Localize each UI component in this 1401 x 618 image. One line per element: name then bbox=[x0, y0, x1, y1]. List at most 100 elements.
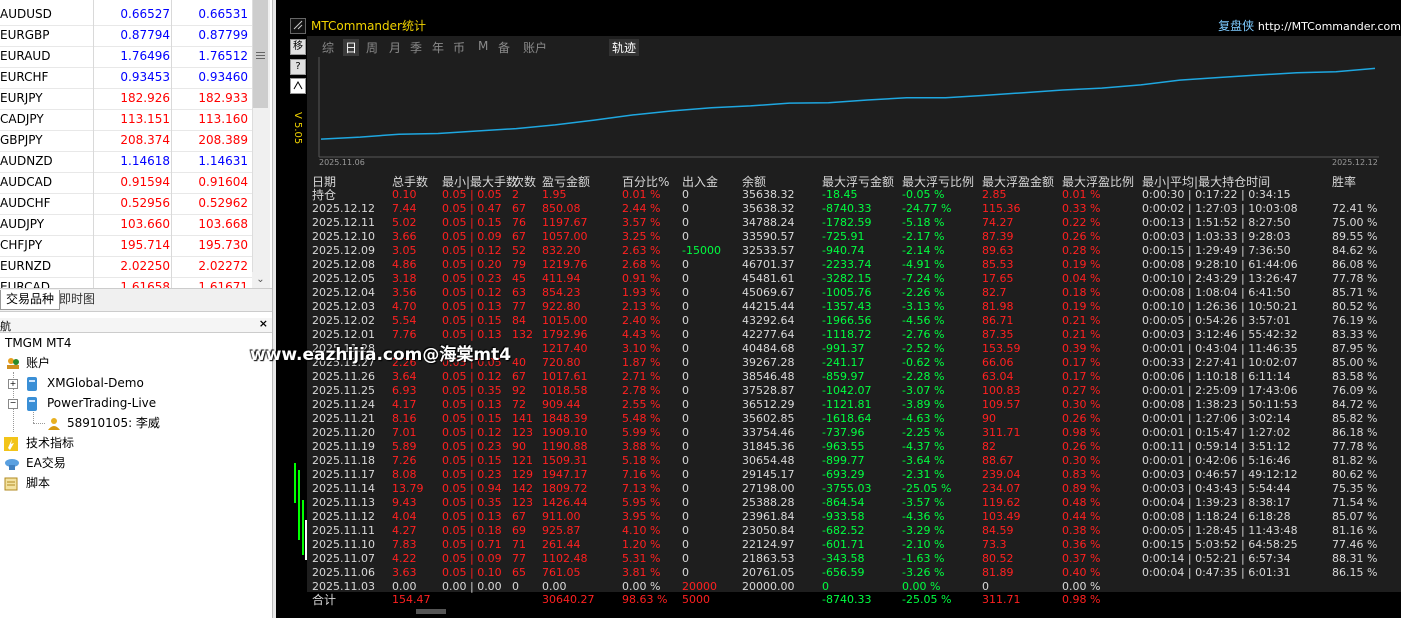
table-cell: 65 bbox=[512, 566, 526, 579]
quote-row[interactable]: GBPJPY 208.374 208.389 bbox=[0, 130, 252, 152]
table-cell: 0 bbox=[682, 552, 689, 565]
quote-row[interactable]: AUDUSD 0.66527 0.66531 bbox=[0, 4, 252, 26]
bid-cell: 195.714 bbox=[120, 238, 170, 252]
symbol-cell: GBPJPY bbox=[0, 133, 43, 147]
scroll-down-icon[interactable]: ⌄ bbox=[252, 272, 269, 288]
nav-scripts[interactable]: 脚本 bbox=[26, 474, 50, 492]
table-cell: 81.98 bbox=[982, 300, 1014, 313]
table-cell: 850.08 bbox=[542, 202, 581, 215]
tab-1[interactable]: 日 bbox=[343, 39, 360, 56]
table-cell: 82.7 bbox=[982, 286, 1007, 299]
column-header[interactable]: 胜率 bbox=[1332, 173, 1356, 190]
collapse-icon[interactable]: − bbox=[8, 399, 18, 409]
quote-row[interactable]: EURJPY 182.926 182.933 bbox=[0, 88, 252, 110]
table-cell: 0.05 | 0.12 bbox=[442, 370, 502, 383]
table-cell: -859.97 bbox=[822, 370, 865, 383]
candle bbox=[302, 500, 304, 555]
table-cell: 115.36 bbox=[982, 202, 1021, 215]
table-cell: 0:00:04 | 1:39:23 | 8:38:17 bbox=[1142, 496, 1291, 509]
table-cell: 311.71 bbox=[982, 426, 1021, 439]
table-cell: 0.05 | 0.12 bbox=[442, 426, 502, 439]
scrollbar-thumb[interactable] bbox=[253, 0, 268, 108]
tab-6[interactable]: 币 bbox=[453, 39, 465, 56]
table-cell: 0.17 % bbox=[1062, 356, 1101, 369]
quote-row[interactable]: CHFJPY 195.714 195.730 bbox=[0, 235, 252, 257]
bid-cell: 182.926 bbox=[120, 91, 170, 105]
table-cell: 0.05 | 0.23 bbox=[442, 440, 502, 453]
tab-tick-chart[interactable]: 即时图 bbox=[54, 290, 100, 309]
ask-cell: 103.668 bbox=[198, 217, 248, 231]
table-cell: 0.05 | 0.13 bbox=[442, 300, 502, 313]
tab-8[interactable]: 备 bbox=[498, 39, 510, 56]
table-cell: -2.31 % bbox=[902, 468, 945, 481]
quote-row[interactable]: EURNZD 2.02250 2.02272 bbox=[0, 256, 252, 278]
tab-5[interactable]: 年 bbox=[432, 39, 444, 56]
table-cell: 85.53 bbox=[982, 258, 1014, 271]
table-cell: 72.41 % bbox=[1332, 202, 1378, 215]
expand-icon[interactable]: + bbox=[8, 379, 18, 389]
table-cell: 74.27 bbox=[982, 216, 1014, 229]
table-cell: 40484.68 bbox=[742, 342, 795, 355]
table-cell: 0 bbox=[512, 580, 519, 593]
tab-0[interactable]: 综 bbox=[322, 39, 334, 56]
bid-cell: 0.91594 bbox=[120, 175, 170, 189]
account-58910105[interactable]: 58910105: 李威 bbox=[67, 414, 160, 432]
tab-symbols[interactable]: 交易品种 bbox=[0, 290, 61, 310]
brand-link[interactable]: 复盘侠 http://MTCommander.com bbox=[1218, 17, 1401, 34]
nav-expert-advisors[interactable]: EA交易 bbox=[26, 454, 66, 472]
tab-7[interactable]: M bbox=[478, 39, 488, 53]
quote-row[interactable]: CADJPY 113.151 113.160 bbox=[0, 109, 252, 131]
quote-row[interactable]: AUDCAD 0.91594 0.91604 bbox=[0, 172, 252, 194]
table-cell: 0.05 | 0.94 bbox=[442, 482, 502, 495]
table-cell: 3.56 bbox=[392, 286, 417, 299]
quote-row[interactable]: EURAUD 1.76496 1.76512 bbox=[0, 46, 252, 68]
bid-cell: 1.14618 bbox=[120, 154, 170, 168]
table-cell: 29145.17 bbox=[742, 468, 795, 481]
table-cell: 0:00:10 | 2:43:29 | 13:26:47 bbox=[1142, 272, 1298, 285]
tab-10[interactable]: 轨迹 bbox=[609, 39, 640, 56]
table-cell: 86.08 % bbox=[1332, 258, 1378, 271]
close-icon[interactable]: × bbox=[259, 317, 268, 330]
server-powertrading-live[interactable]: PowerTrading-Live bbox=[47, 394, 156, 412]
table-cell: 0:00:33 | 2:27:41 | 10:02:07 bbox=[1142, 356, 1298, 369]
table-cell: -940.74 bbox=[822, 244, 865, 257]
symbol-cell: CADJPY bbox=[0, 112, 44, 126]
table-cell: 3.63 bbox=[392, 566, 417, 579]
quote-row[interactable]: AUDJPY 103.660 103.668 bbox=[0, 214, 252, 236]
chart-tool-icon[interactable] bbox=[290, 78, 306, 94]
broker-name[interactable]: TMGM MT4 bbox=[5, 334, 71, 352]
quote-row[interactable]: AUDCHF 0.52956 0.52962 bbox=[0, 193, 252, 215]
server-xmglobal-demo[interactable]: XMGlobal-Demo bbox=[47, 374, 144, 392]
tab-4[interactable]: 季 bbox=[410, 39, 422, 56]
table-cell: 0 bbox=[682, 300, 689, 313]
brand-name: 复盘侠 bbox=[1218, 19, 1255, 33]
nav-indicators[interactable]: 技术指标 bbox=[26, 434, 74, 452]
help-button[interactable]: ? bbox=[290, 59, 306, 75]
move-button[interactable]: 移 bbox=[290, 39, 306, 55]
quote-row[interactable]: AUDNZD 1.14618 1.14631 bbox=[0, 151, 252, 173]
quote-row[interactable]: EURCHF 0.93453 0.93460 bbox=[0, 67, 252, 89]
tab-9[interactable]: 账户 bbox=[523, 39, 547, 56]
table-cell: 2025.11.18 bbox=[312, 454, 375, 467]
candle bbox=[294, 463, 296, 503]
tab-2[interactable]: 周 bbox=[366, 39, 378, 56]
totals-cell: -25.05 % bbox=[902, 593, 952, 606]
accounts-icon bbox=[6, 355, 20, 369]
table-cell: 66.06 bbox=[982, 356, 1014, 369]
table-cell: 20000.00 bbox=[742, 580, 795, 593]
table-cell: 0 bbox=[682, 370, 689, 383]
table-cell: 5.02 bbox=[392, 216, 417, 229]
table-cell: 82 bbox=[982, 440, 996, 453]
table-cell: 35638.32 bbox=[742, 202, 795, 215]
table-cell: 0 bbox=[682, 496, 689, 509]
table-cell: -899.77 bbox=[822, 454, 865, 467]
table-cell: 2.13 % bbox=[622, 300, 661, 313]
tab-3[interactable]: 月 bbox=[389, 39, 401, 56]
table-cell: 0.26 % bbox=[1062, 230, 1101, 243]
nav-accounts[interactable]: 账户 bbox=[26, 354, 50, 372]
ask-cell: 1.76512 bbox=[198, 49, 248, 63]
ask-cell: 0.87799 bbox=[198, 28, 248, 42]
quote-row[interactable]: EURGBP 0.87794 0.87799 bbox=[0, 25, 252, 47]
resize-icon[interactable] bbox=[290, 18, 306, 34]
table-cell: 0.89 % bbox=[1062, 482, 1101, 495]
